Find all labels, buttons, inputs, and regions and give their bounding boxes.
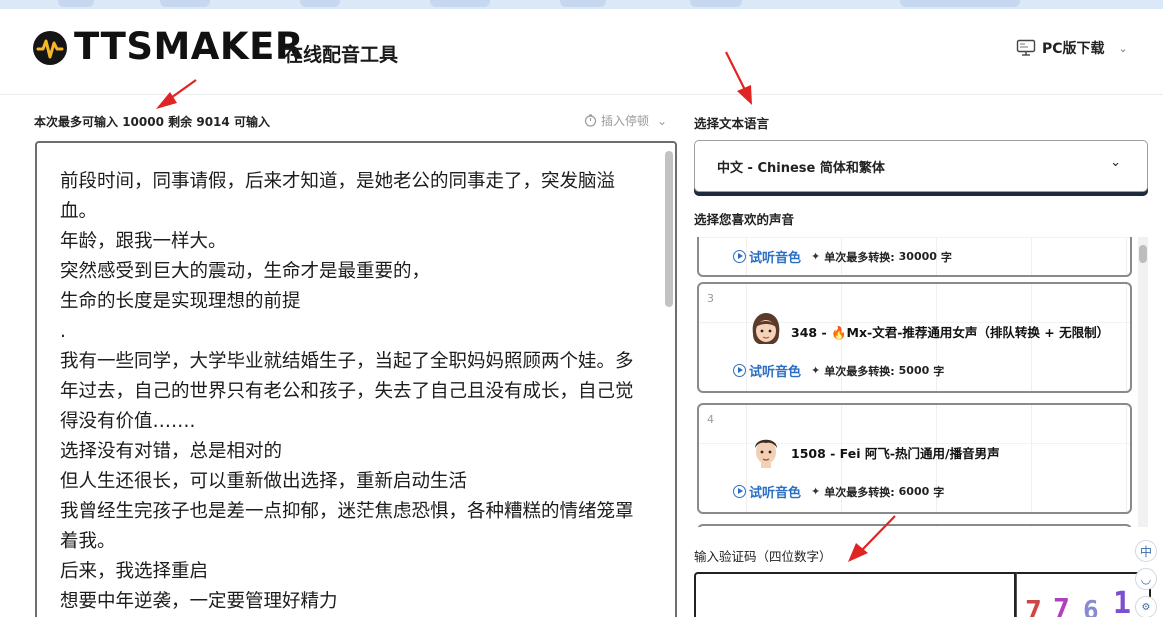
language-select[interactable]: 中文 - Chinese 简体和繁体 ⌄	[694, 140, 1148, 192]
max-conversion: ✦ 单次最多转换: 6000 字	[811, 484, 944, 500]
play-icon	[733, 250, 746, 263]
captcha-char: 1	[1113, 586, 1132, 617]
editor-scrollbar[interactable]	[665, 151, 673, 307]
listen-button[interactable]: 试听音色	[733, 361, 801, 380]
captcha-char: 7	[1053, 592, 1070, 617]
pc-download-label: PC版下载	[1042, 41, 1105, 57]
language-switch-button[interactable]: 中	[1135, 540, 1157, 562]
listen-label: 试听音色	[749, 486, 802, 501]
captcha-image[interactable]: 7 7 6 1	[1016, 572, 1151, 617]
logo-text[interactable]: TTSMAKER	[74, 25, 304, 68]
voice-index: 3	[707, 292, 714, 305]
language-selected-value: 中文 - Chinese 简体和繁体	[717, 161, 885, 176]
voice-card[interactable]: 4 1508 - Fei 阿飞-热门通用/播音男声 试听音色 ✦ 单次最多转换:…	[697, 403, 1132, 514]
insert-pause-label: 插入停顿	[601, 114, 650, 128]
max-unit: 字	[940, 250, 952, 264]
limit-max: 10000	[122, 115, 164, 129]
listen-button[interactable]: 试听音色	[733, 482, 801, 501]
listen-label: 试听音色	[749, 251, 802, 266]
voice-name: 348 - 🔥Mx-文君-推荐通用女声（排队转换 + 无限制）	[791, 325, 1110, 340]
chevron-down-icon: ⌄	[1110, 155, 1121, 170]
listen-label: 试听音色	[749, 365, 802, 380]
scrollbar-thumb[interactable]	[1139, 245, 1147, 263]
listen-button[interactable]: 试听音色	[733, 247, 801, 266]
max-value: 5000	[898, 364, 930, 377]
chevron-down-icon: ⌄	[657, 113, 668, 128]
voice-label: 选择您喜欢的声音	[694, 212, 795, 227]
max-value: 6000	[898, 485, 930, 498]
limit-mid: 剩余	[168, 115, 193, 129]
strip-tab	[300, 0, 340, 7]
play-icon	[733, 485, 746, 498]
text-input-area[interactable]: 前段时间，同事请假，后来才知道，是她老公的同事走了，突发脑溢血。 年龄，跟我一样…	[35, 141, 677, 617]
voice-list-scrollbar[interactable]	[1138, 237, 1148, 527]
captcha-char: 6	[1083, 596, 1099, 617]
language-label: 选择文本语言	[694, 116, 770, 131]
captcha-char: 7	[1025, 594, 1042, 617]
voice-name: 1508 - Fei 阿飞-热门通用/播音男声	[791, 446, 1000, 461]
site-header: TTSMAKER 在线配音工具 PC版下载 ⌄	[0, 9, 1163, 95]
pc-download-button[interactable]: PC版下载 ⌄	[1016, 37, 1128, 59]
max-unit: 字	[933, 485, 945, 499]
insert-pause-dropdown[interactable]: 插入停顿 ⌄	[584, 112, 667, 129]
voice-card[interactable]: 3 348 - 🔥Mx-文君-推荐通用女声（排队转换 + 无限制） 试听音色 ✦…	[697, 282, 1132, 393]
female-avatar-icon	[752, 313, 780, 344]
max-unit: 字	[933, 364, 945, 378]
limit-remaining: 9014	[196, 115, 230, 129]
strip-tab	[160, 0, 210, 7]
voice-card[interactable]	[697, 524, 1132, 527]
timer-icon	[584, 114, 597, 127]
strip-tab	[690, 0, 742, 7]
input-limit-info: 本次最多可输入 10000 剩余 9014 可输入	[34, 113, 270, 130]
voice-list: 试听音色 ✦ 单次最多转换: 30000 字 3 348 - 🔥Mx-文君-推荐…	[694, 237, 1134, 527]
input-text[interactable]: 前段时间，同事请假，后来才知道，是她老公的同事走了，突发脑溢血。 年龄，跟我一样…	[60, 167, 640, 617]
site-subtitle: 在线配音工具	[284, 44, 399, 66]
max-prefix: 单次最多转换:	[824, 250, 895, 264]
desktop-icon	[1016, 39, 1036, 56]
settings-icon[interactable]: ⚙	[1135, 596, 1157, 617]
male-avatar-icon	[755, 439, 777, 468]
strip-tab	[560, 0, 606, 7]
top-strip	[0, 0, 1163, 9]
max-prefix: 单次最多转换:	[824, 364, 895, 378]
logo-wave-icon	[33, 31, 67, 65]
voice-card[interactable]: 试听音色 ✦ 单次最多转换: 30000 字	[697, 237, 1132, 277]
limit-prefix: 本次最多可输入	[34, 115, 119, 129]
max-conversion: ✦ 单次最多转换: 30000 字	[811, 249, 952, 265]
emoji-button[interactable]: ◡	[1135, 568, 1157, 590]
max-prefix: 单次最多转换:	[824, 485, 895, 499]
strip-tab	[58, 0, 94, 7]
sparkle-icon: ✦	[811, 485, 821, 498]
sparkle-icon: ✦	[811, 250, 821, 263]
max-value: 30000	[898, 250, 937, 263]
chevron-down-icon: ⌄	[1118, 41, 1128, 55]
strip-tab	[430, 0, 490, 7]
captcha-input[interactable]	[694, 572, 1016, 617]
limit-suffix: 可输入	[233, 115, 270, 129]
max-conversion: ✦ 单次最多转换: 5000 字	[811, 363, 944, 379]
captcha-label: 输入验证码（四位数字）	[694, 549, 832, 564]
voice-index: 4	[707, 413, 714, 426]
strip-tab	[900, 0, 1020, 7]
sparkle-icon: ✦	[811, 364, 821, 377]
play-icon	[733, 364, 746, 377]
